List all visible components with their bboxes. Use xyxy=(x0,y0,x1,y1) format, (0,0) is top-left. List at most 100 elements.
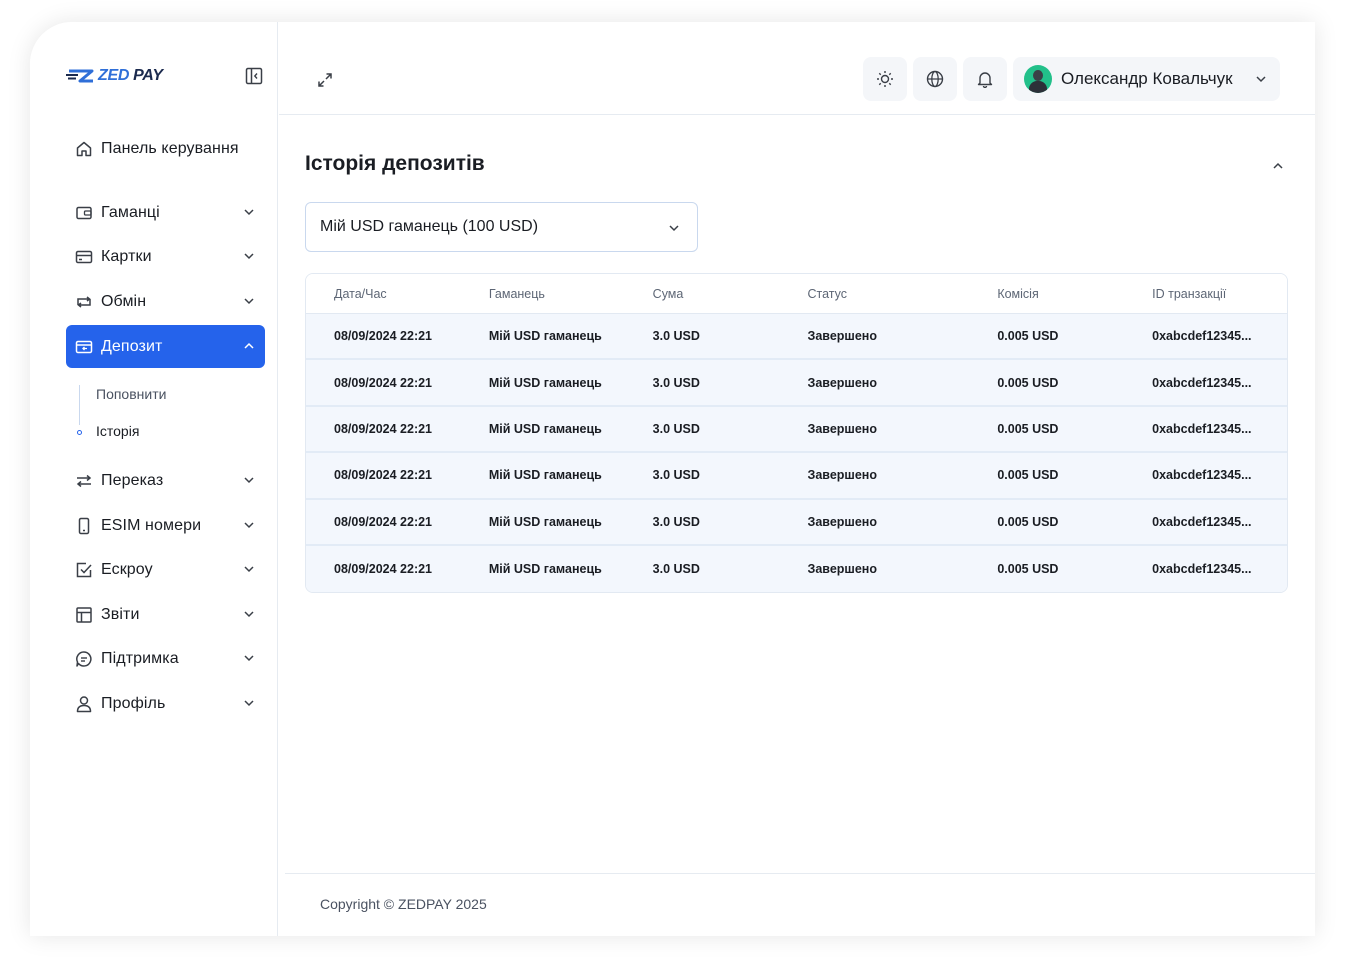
notifications-button[interactable] xyxy=(963,57,1007,101)
cell-transaction-id: 0xabcdef12345... xyxy=(1152,514,1252,529)
cell-wallet: Мій USD гаманець xyxy=(488,421,602,436)
cell-fee: 0.005 USD xyxy=(997,514,1059,529)
collapse-section-button[interactable] xyxy=(1271,159,1285,173)
logo-text-pay: PAY xyxy=(133,67,163,84)
chevron-down-icon xyxy=(242,205,256,219)
sidebar-item-esim[interactable]: ESIM номери xyxy=(66,504,265,547)
sidebar-collapse-button[interactable] xyxy=(245,67,263,85)
cell-datetime: 08/09/2024 22:21 xyxy=(334,468,433,483)
cell-amount: 3.0 USD xyxy=(652,514,700,529)
cell-datetime: 08/09/2024 22:21 xyxy=(334,514,433,529)
submenu-active-dot xyxy=(77,430,82,435)
column-header-fee: Комісія xyxy=(997,286,1039,301)
theme-toggle-button[interactable] xyxy=(863,57,907,101)
chevron-up-icon xyxy=(242,339,256,353)
chevron-down-icon xyxy=(242,249,256,263)
user-name: Олександр Ковальчук xyxy=(1061,69,1233,88)
app-window: ZED PAY Панель керування Гаманці Картки … xyxy=(30,22,1315,936)
cell-status: Завершено xyxy=(807,468,877,483)
column-header-status: Статус xyxy=(807,286,848,301)
wallet-select[interactable]: Мій USD гаманець (100 USD) xyxy=(305,202,698,252)
sun-icon xyxy=(877,71,893,87)
fullscreen-button[interactable] xyxy=(317,72,333,88)
table-row[interactable]: 08/09/2024 22:21 Мій USD гаманець 3.0 US… xyxy=(306,406,1287,454)
sidebar-item-label: Звіти xyxy=(101,605,140,623)
sidebar-item-profile[interactable]: Профіль xyxy=(66,682,265,725)
table-row[interactable]: 08/09/2024 22:21 Мій USD гаманець 3.0 US… xyxy=(306,499,1287,546)
cell-status: Завершено xyxy=(807,329,877,344)
card-icon xyxy=(75,248,93,266)
submenu-item-history[interactable]: Історія xyxy=(96,423,139,439)
page-title: Історія депозитів xyxy=(305,152,485,175)
chevron-down-icon xyxy=(242,696,256,710)
cell-status: Завершено xyxy=(807,514,877,529)
chevron-down-icon xyxy=(1254,72,1268,86)
deposit-icon xyxy=(75,338,93,356)
avatar xyxy=(1024,65,1052,93)
cell-status: Завершено xyxy=(807,375,877,390)
transfer-icon xyxy=(75,472,93,490)
wallet-icon xyxy=(75,204,93,222)
chat-icon xyxy=(75,650,93,668)
table-row[interactable]: 08/09/2024 22:21 Мій USD гаманець 3.0 US… xyxy=(306,453,1287,500)
column-header-amount: Сума xyxy=(652,286,684,301)
bell-icon xyxy=(977,72,993,88)
chevron-down-icon xyxy=(242,518,256,532)
globe-icon xyxy=(926,70,944,88)
user-icon xyxy=(75,695,93,713)
table-row[interactable]: 08/09/2024 22:21 Мій USD гаманець 3.0 US… xyxy=(306,545,1287,593)
cell-fee: 0.005 USD xyxy=(997,562,1059,577)
sidebar-item-exchange[interactable]: Обмін xyxy=(66,280,265,323)
sidebar-toggle-icon xyxy=(245,67,263,85)
top-header: Олександр Ковальчук xyxy=(279,22,1315,115)
sim-icon xyxy=(75,517,93,535)
column-header-transaction-id: ID транзакції xyxy=(1152,286,1227,301)
cell-fee: 0.005 USD xyxy=(997,468,1059,483)
user-menu-button[interactable]: Олександр Ковальчук xyxy=(1013,57,1280,101)
cell-status: Завершено xyxy=(807,562,877,577)
wallet-select-value: Мій USD гаманець (100 USD) xyxy=(320,218,539,235)
cell-amount: 3.0 USD xyxy=(652,562,700,577)
zedpay-logo-icon xyxy=(66,69,94,83)
chevron-down-icon xyxy=(242,651,256,665)
chevron-down-icon xyxy=(242,294,256,308)
sidebar-item-cards[interactable]: Картки xyxy=(66,235,265,278)
expand-icon xyxy=(318,73,332,87)
cell-wallet: Мій USD гаманець xyxy=(488,514,602,529)
cell-fee: 0.005 USD xyxy=(997,421,1059,436)
sidebar-item-label: ESIM номери xyxy=(101,516,202,534)
sidebar: ZED PAY Панель керування Гаманці Картки … xyxy=(30,22,278,936)
cell-amount: 3.0 USD xyxy=(652,468,700,483)
sidebar-item-dashboard[interactable]: Панель керування xyxy=(66,127,265,170)
submenu-item-top-up[interactable]: Поповнити xyxy=(96,386,166,402)
submenu-line xyxy=(79,385,80,425)
cell-amount: 3.0 USD xyxy=(652,421,700,436)
sidebar-item-deposit[interactable]: Депозит xyxy=(66,325,265,368)
cell-datetime: 08/09/2024 22:21 xyxy=(334,421,433,436)
chevron-down-icon xyxy=(242,562,256,576)
chevron-down-icon xyxy=(242,607,256,621)
home-icon xyxy=(75,140,93,158)
sidebar-item-transfer[interactable]: Переказ xyxy=(66,459,265,502)
table-row[interactable]: 08/09/2024 22:21 Мій USD гаманець 3.0 US… xyxy=(306,314,1287,361)
chevron-up-icon xyxy=(1273,162,1283,169)
logo[interactable]: ZED PAY xyxy=(66,64,163,88)
column-header-datetime: Дата/Час xyxy=(334,286,387,301)
sidebar-item-support[interactable]: Підтримка xyxy=(66,637,265,680)
check-square-icon xyxy=(75,561,93,579)
cell-fee: 0.005 USD xyxy=(997,375,1059,390)
table-header: Дата/Час Гаманець Сума Статус Комісія ID… xyxy=(306,274,1287,314)
sidebar-item-label: Депозит xyxy=(101,337,163,355)
language-button[interactable] xyxy=(913,57,957,101)
cell-transaction-id: 0xabcdef12345... xyxy=(1152,421,1252,436)
exchange-icon xyxy=(75,293,93,311)
sidebar-item-wallets[interactable]: Гаманці xyxy=(66,191,265,234)
sidebar-item-reports[interactable]: Звіти xyxy=(66,593,265,636)
footer-copyright: Copyright © ZEDPAY 2025 xyxy=(320,896,487,912)
cell-datetime: 08/09/2024 22:21 xyxy=(334,329,433,344)
sidebar-item-label: Профіль xyxy=(101,694,166,712)
cell-amount: 3.0 USD xyxy=(652,329,700,344)
table-row[interactable]: 08/09/2024 22:21 Мій USD гаманець 3.0 US… xyxy=(306,360,1287,407)
sidebar-item-escrow[interactable]: Ескроу xyxy=(66,548,265,591)
cell-transaction-id: 0xabcdef12345... xyxy=(1152,562,1252,577)
